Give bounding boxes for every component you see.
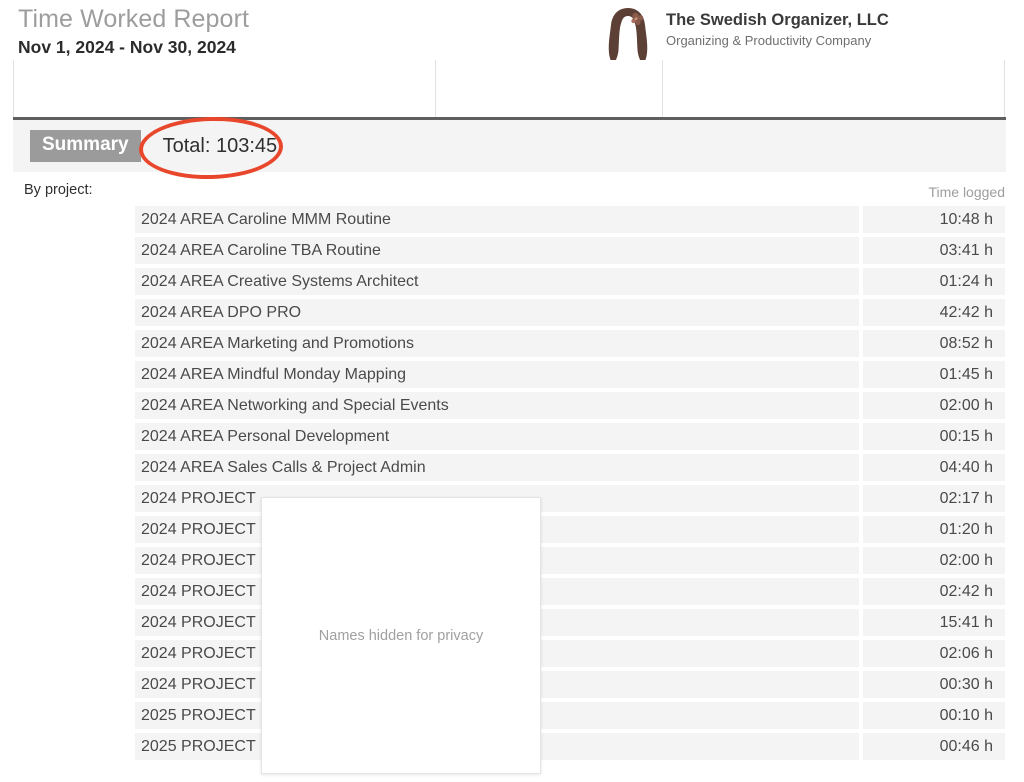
table-row[interactable]: 2024 AREA DPO PRO 42:42 h — [135, 299, 1005, 326]
table-row[interactable]: 2024 AREA Mindful Monday Mapping 01:45 h — [135, 361, 1005, 388]
report-header-titles: Time Worked Report Nov 1, 2024 - Nov 30,… — [18, 4, 249, 59]
privacy-mask-overlay: Names hidden for privacy — [261, 497, 541, 774]
table-row[interactable]: 2024 AREA Networking and Special Events … — [135, 392, 1005, 419]
woman-silhouette-logo-icon — [600, 6, 656, 66]
project-name: 2024 AREA Personal Development — [135, 423, 859, 450]
by-project-label: By project: — [24, 182, 93, 198]
page-title: Time Worked Report — [18, 5, 250, 33]
project-time: 00:15 h — [863, 423, 1005, 450]
header-box-3 — [663, 60, 1004, 117]
company-name: The Swedish Organizer, LLC — [666, 11, 889, 29]
project-time: 02:06 h — [863, 640, 1005, 667]
project-time: 01:20 h — [863, 516, 1005, 543]
column-header-time-logged: Time logged — [928, 184, 1005, 200]
project-time: 00:46 h — [863, 733, 1005, 760]
project-time: 01:24 h — [863, 268, 1005, 295]
privacy-notice-text: Names hidden for privacy — [318, 627, 484, 644]
project-name: 2024 AREA Networking and Special Events — [135, 392, 859, 419]
project-time: 02:00 h — [863, 392, 1005, 419]
brand-block: The Swedish Organizer, LLC Organizing & … — [600, 6, 889, 66]
header-box-2 — [436, 60, 663, 117]
project-time: 42:42 h — [863, 299, 1005, 326]
project-name: 2024 AREA Caroline TBA Routine — [135, 237, 859, 264]
project-time: 00:10 h — [863, 702, 1005, 729]
project-time: 04:40 h — [863, 454, 1005, 481]
header-filter-boxes — [13, 60, 1005, 117]
table-row[interactable]: 2024 AREA Marketing and Promotions 08:52… — [135, 330, 1005, 357]
project-name: 2024 AREA Caroline MMM Routine — [135, 206, 859, 233]
project-time: 15:41 h — [863, 609, 1005, 636]
project-time: 03:41 h — [863, 237, 1005, 264]
table-row[interactable]: 2024 AREA Creative Systems Architect 01:… — [135, 268, 1005, 295]
company-tagline: Organizing & Productivity Company — [666, 33, 872, 48]
project-time: 02:42 h — [863, 578, 1005, 605]
project-time: 02:00 h — [863, 547, 1005, 574]
project-name: 2024 AREA DPO PRO — [135, 299, 859, 326]
table-row[interactable]: 2024 AREA Caroline MMM Routine 10:48 h — [135, 206, 1005, 233]
project-time: 02:17 h — [863, 485, 1005, 512]
total-time-value: Total: 103:45 — [162, 135, 278, 157]
project-name: 2024 AREA Mindful Monday Mapping — [135, 361, 859, 388]
project-time: 01:45 h — [863, 361, 1005, 388]
project-name: 2024 AREA Creative Systems Architect — [135, 268, 859, 295]
tab-summary[interactable]: Summary — [30, 130, 141, 162]
table-row[interactable]: 2024 AREA Personal Development 00:15 h — [135, 423, 1005, 450]
header-box-1 — [14, 60, 436, 117]
project-name: 2024 AREA Sales Calls & Project Admin — [135, 454, 859, 481]
brand-text: The Swedish Organizer, LLC Organizing & … — [666, 6, 889, 50]
project-time: 10:48 h — [863, 206, 1005, 233]
report-date-range: Nov 1, 2024 - Nov 30, 2024 — [18, 37, 236, 57]
project-time: 08:52 h — [863, 330, 1005, 357]
project-name: 2024 AREA Marketing and Promotions — [135, 330, 859, 357]
summary-bar: Summary Total: 103:45 — [13, 120, 1006, 172]
table-row[interactable]: 2024 AREA Caroline TBA Routine 03:41 h — [135, 237, 1005, 264]
table-row[interactable]: 2024 AREA Sales Calls & Project Admin 04… — [135, 454, 1005, 481]
project-time: 00:30 h — [863, 671, 1005, 698]
report-header: Time Worked Report Nov 1, 2024 - Nov 30,… — [0, 0, 1024, 120]
